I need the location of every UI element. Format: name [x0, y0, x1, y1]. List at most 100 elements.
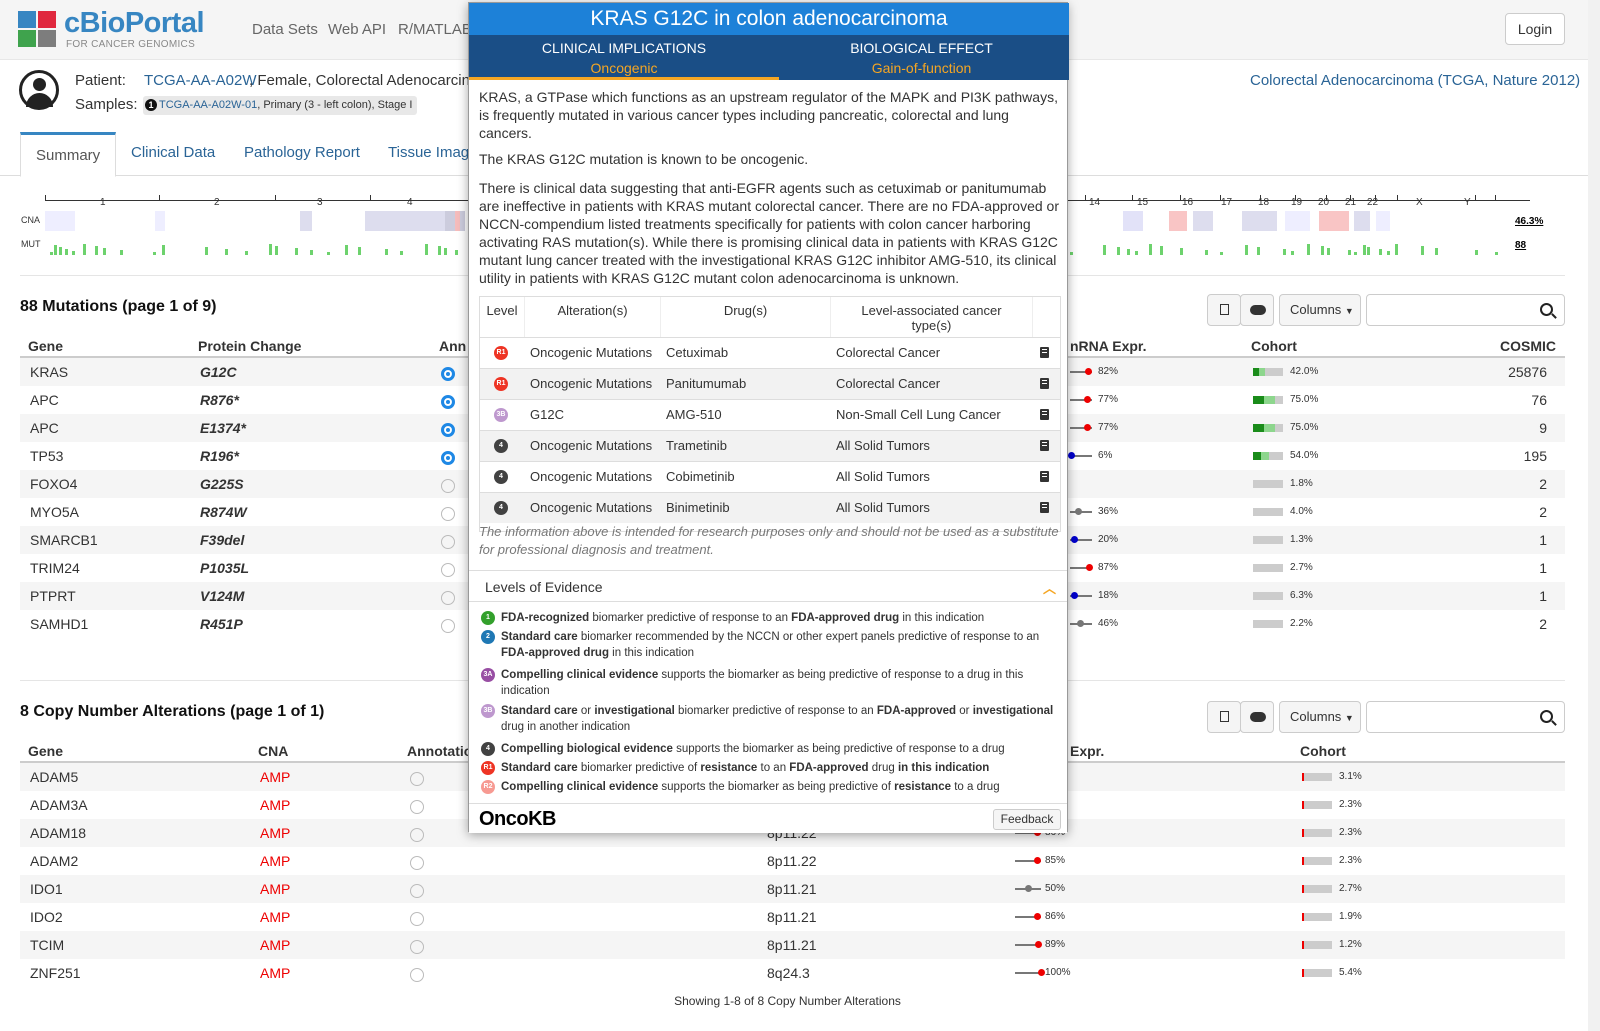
gene-cell[interactable]: KRAS [30, 364, 68, 380]
gene-cell[interactable]: SMARCB1 [30, 532, 98, 548]
cosmic-cell[interactable]: 1 [1539, 560, 1547, 576]
annotation-empty-icon[interactable] [410, 772, 424, 786]
gene-cell[interactable]: IDO2 [30, 909, 63, 925]
reference-book-icon[interactable] [1040, 440, 1049, 451]
gene-cell[interactable]: SAMHD1 [30, 616, 88, 632]
th-drugs[interactable]: Drug(s) [661, 297, 831, 337]
download-button[interactable] [1240, 294, 1274, 326]
mutations-search-input[interactable] [1366, 294, 1565, 326]
annotation-empty-icon[interactable] [410, 884, 424, 898]
annotation-empty-icon[interactable] [441, 619, 455, 633]
cosmic-cell[interactable]: 25876 [1508, 364, 1547, 380]
tab-clinical-implications[interactable]: CLINICAL IMPLICATIONS Oncogenic [469, 35, 779, 80]
th-level[interactable]: Level [480, 297, 525, 337]
gene-cell[interactable]: ADAM3A [30, 797, 88, 813]
cosmic-cell[interactable]: 9 [1539, 420, 1547, 436]
gene-cell[interactable]: FOXO4 [30, 476, 77, 492]
oncokb-annotation-icon[interactable] [441, 451, 455, 465]
th-cancer-types[interactable]: Level-associated cancer type(s) [831, 297, 1033, 337]
tab-biological-effect[interactable]: BIOLOGICAL EFFECT Gain-of-function [774, 35, 1069, 80]
gene-cell[interactable]: MYO5A [30, 504, 79, 520]
annotation-empty-icon[interactable] [410, 800, 424, 814]
sample-badge[interactable]: 1 TCGA-AA-A02W-01, Primary (3 - left colo… [143, 96, 417, 115]
col-annotation[interactable]: Ann [439, 338, 466, 354]
gene-cell[interactable]: ZNF251 [30, 965, 81, 981]
tab-tissue-image[interactable]: Tissue Image [388, 144, 477, 161]
patient-id-link[interactable]: TCGA-AA-A02W [144, 72, 257, 89]
col-gene[interactable]: Gene [28, 743, 63, 759]
cosmic-cell[interactable]: 76 [1531, 392, 1547, 408]
col-protein-change[interactable]: Protein Change [198, 338, 301, 354]
gene-cell[interactable]: ADAM18 [30, 825, 86, 841]
gene-cell[interactable]: APC [30, 420, 59, 436]
th-alterations[interactable]: Alteration(s) [525, 297, 661, 337]
reference-book-icon[interactable] [1040, 378, 1049, 389]
mutation-count[interactable]: 88 [1515, 240, 1526, 251]
col-annotation[interactable]: Annotatio [407, 743, 472, 759]
tab-pathology-report[interactable]: Pathology Report [244, 144, 360, 161]
annotation-empty-icon[interactable] [441, 479, 455, 493]
copy-button[interactable] [1207, 294, 1241, 326]
gene-cell[interactable]: TP53 [30, 448, 63, 464]
download-button[interactable] [1240, 701, 1274, 733]
table-row[interactable]: ADAM2 AMP 8p11.22 85% 2.3% [20, 847, 1565, 875]
cosmic-cell[interactable]: 2 [1539, 476, 1547, 492]
cosmic-cell[interactable]: 2 [1539, 504, 1547, 520]
cbioportal-logo[interactable]: cBioPortal FOR CANCER GENOMICS [18, 7, 205, 51]
levels-of-evidence-toggle[interactable]: Levels of Evidence ︿ [469, 570, 1067, 602]
gene-cell[interactable]: TCIM [30, 937, 64, 953]
oncokb-logo[interactable]: OncoKB [479, 808, 557, 831]
annotation-empty-icon[interactable] [441, 591, 455, 605]
annotation-empty-icon[interactable] [441, 563, 455, 577]
reference-book-icon[interactable] [1040, 347, 1049, 358]
annotation-empty-icon[interactable] [441, 507, 455, 521]
gene-cell[interactable]: APC [30, 392, 59, 408]
nav-web-api[interactable]: Web API [328, 21, 386, 38]
cosmic-cell[interactable]: 2 [1539, 616, 1547, 632]
table-row[interactable]: ZNF251 AMP 8q24.3 100% 5.4% [20, 959, 1565, 987]
gene-cell[interactable]: IDO1 [30, 881, 63, 897]
columns-dropdown[interactable]: Columns ▼ [1279, 294, 1361, 326]
col-mrna-expr[interactable]: nRNA Expr. [1070, 338, 1147, 354]
gene-cell[interactable]: TRIM24 [30, 560, 80, 576]
col-gene[interactable]: Gene [28, 338, 63, 354]
annotation-empty-icon[interactable] [410, 940, 424, 954]
cosmic-cell[interactable]: 1 [1539, 532, 1547, 548]
annotation-empty-icon[interactable] [410, 828, 424, 842]
cosmic-cell[interactable]: 195 [1524, 448, 1547, 464]
table-row[interactable]: IDO1 AMP 8p11.21 50% 2.7% [20, 875, 1565, 903]
annotation-empty-icon[interactable] [410, 968, 424, 982]
gene-cell[interactable]: ADAM5 [30, 769, 78, 785]
reference-book-icon[interactable] [1040, 471, 1049, 482]
col-cohort[interactable]: Cohort [1251, 338, 1297, 354]
oncokb-annotation-icon[interactable] [441, 367, 455, 381]
cna-search-input[interactable] [1366, 701, 1565, 733]
columns-dropdown[interactable]: Columns ▼ [1279, 701, 1361, 733]
nav-data-sets[interactable]: Data Sets [252, 21, 318, 38]
reference-book-icon[interactable] [1040, 409, 1049, 420]
oncokb-annotation-icon[interactable] [441, 423, 455, 437]
col-mrna-expr[interactable]: Expr. [1070, 743, 1104, 759]
col-cna[interactable]: CNA [258, 743, 288, 759]
copy-button[interactable] [1207, 701, 1241, 733]
annotation-empty-icon[interactable] [410, 912, 424, 926]
gene-cell[interactable]: PTPRT [30, 588, 76, 604]
study-link[interactable]: Colorectal Adenocarcinoma (TCGA, Nature … [1250, 72, 1580, 89]
col-cosmic[interactable]: COSMIC [1500, 338, 1556, 354]
tab-clinical-data[interactable]: Clinical Data [131, 144, 215, 161]
table-row[interactable]: IDO2 AMP 8p11.21 86% 1.9% [20, 903, 1565, 931]
nav-r-matlab[interactable]: R/MATLAB [398, 21, 472, 38]
annotation-empty-icon[interactable] [410, 856, 424, 870]
reference-book-icon[interactable] [1040, 502, 1049, 513]
tab-summary[interactable]: Summary [20, 132, 117, 177]
oncokb-annotation-icon[interactable] [441, 395, 455, 409]
annotation-empty-icon[interactable] [441, 535, 455, 549]
page-scrollbar[interactable] [1588, 0, 1600, 1031]
feedback-button[interactable]: Feedback [993, 809, 1061, 830]
cna-percentage[interactable]: 46.3% [1515, 216, 1543, 227]
cosmic-cell[interactable]: 1 [1539, 588, 1547, 604]
gene-cell[interactable]: ADAM2 [30, 853, 78, 869]
sample-id-link[interactable]: TCGA-AA-A02W-01 [159, 99, 257, 111]
table-row[interactable]: TCIM AMP 8p11.21 89% 1.2% [20, 931, 1565, 959]
login-button[interactable]: Login [1505, 13, 1565, 45]
